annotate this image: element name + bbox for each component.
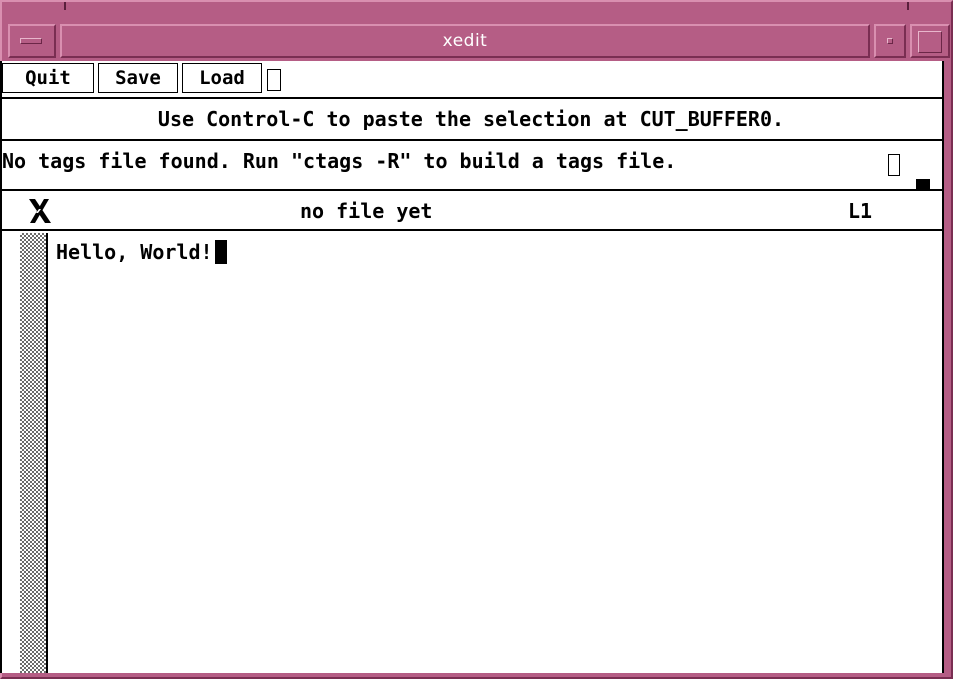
quit-button[interactable]: Quit bbox=[2, 63, 94, 93]
maximize-button[interactable] bbox=[910, 24, 950, 58]
divider bbox=[0, 229, 942, 231]
paste-hint-message: Use Control-C to paste the selection at … bbox=[157, 107, 785, 131]
maximize-icon bbox=[918, 31, 942, 53]
window-title[interactable]: xedit bbox=[60, 24, 870, 58]
editor-line: Hello, World! bbox=[56, 237, 227, 267]
vertical-scrollbar[interactable] bbox=[20, 233, 48, 673]
minimize-button[interactable] bbox=[874, 24, 906, 58]
command-button-box: Quit Save Load bbox=[0, 61, 942, 97]
x-logo-icon bbox=[29, 199, 51, 223]
frame-corner-mark bbox=[64, 2, 66, 10]
message-input-cursor bbox=[888, 154, 900, 176]
filename-input[interactable] bbox=[267, 69, 281, 91]
tags-message[interactable]: No tags file found. Run "ctags -R" to bu… bbox=[2, 141, 892, 181]
status-filename: no file yet bbox=[300, 199, 433, 223]
window-menu-icon bbox=[20, 38, 42, 44]
status-bar: no file yet L1 bbox=[0, 193, 942, 229]
save-button[interactable]: Save bbox=[98, 63, 178, 93]
pane-resize-grip[interactable] bbox=[916, 179, 930, 191]
text-editor[interactable]: Hello, World! bbox=[50, 233, 940, 673]
divider bbox=[0, 189, 904, 191]
editor-text: Hello, World! bbox=[56, 240, 213, 264]
frame-corner-mark bbox=[907, 2, 909, 10]
client-left-border bbox=[0, 61, 2, 673]
title-bar[interactable]: xedit bbox=[8, 22, 950, 60]
load-button[interactable]: Load bbox=[182, 63, 262, 93]
status-line-number: L1 bbox=[848, 199, 873, 223]
xedit-client-area: Quit Save Load Use Control-C to paste th… bbox=[0, 61, 942, 673]
window-menu-button[interactable] bbox=[8, 24, 56, 58]
text-caret bbox=[214, 240, 227, 264]
client-right-border bbox=[942, 61, 944, 673]
minimize-icon bbox=[887, 38, 893, 44]
